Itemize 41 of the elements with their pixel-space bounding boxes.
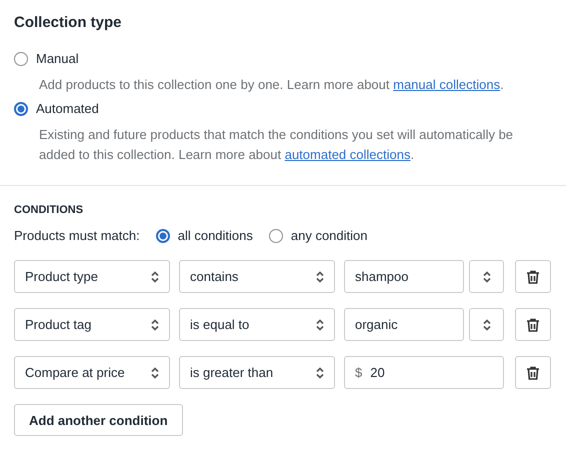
section-title: Collection type	[14, 14, 123, 31]
trash-icon	[526, 318, 540, 332]
delete-button[interactable]	[515, 308, 551, 341]
field-select[interactable]: Product tag	[14, 308, 170, 341]
trash-icon	[526, 270, 540, 284]
operator-select[interactable]: contains	[179, 260, 335, 293]
option-label: Manual	[36, 51, 79, 66]
trash-icon	[526, 366, 540, 380]
radio-button[interactable]	[14, 52, 28, 66]
option-description: Add products to this collection one by one. Learn more about manual collections.	[39, 76, 505, 94]
value-field[interactable]: organic	[344, 308, 464, 341]
help-link[interactable]: automated collections	[284, 147, 410, 162]
caret-icon	[151, 318, 159, 330]
caret-icon	[316, 318, 324, 330]
value-field[interactable]: shampoo	[344, 260, 464, 293]
caret-icon	[151, 270, 159, 282]
field-select[interactable]: Compare at price	[14, 356, 170, 389]
radio-button[interactable]	[14, 102, 28, 116]
caret-icon	[482, 318, 490, 330]
caret-icon	[151, 366, 159, 378]
operator-select[interactable]: is greater than	[179, 356, 335, 389]
help-link[interactable]: manual collections	[393, 77, 500, 92]
caret-icon	[316, 270, 324, 282]
operator-select[interactable]: is equal to	[179, 308, 335, 341]
delete-button[interactable]	[515, 260, 551, 293]
option-label: any condition	[290, 228, 368, 243]
caret-icon	[316, 366, 324, 378]
option-label: Automated	[36, 101, 99, 116]
field-select[interactable]: Product type	[14, 260, 170, 293]
option-label: all conditions	[178, 228, 253, 243]
section-heading: CONDITIONS	[14, 204, 84, 216]
radio-button[interactable]	[156, 228, 170, 242]
add-condition-button[interactable]: Add another condition	[14, 404, 183, 436]
delete-button[interactable]	[515, 356, 551, 389]
match-label: Products must match:	[14, 228, 140, 243]
value-dropdown[interactable]	[469, 260, 504, 293]
price-field[interactable]: $ 20	[344, 356, 504, 389]
radio-button[interactable]	[268, 228, 283, 242]
caret-icon	[482, 270, 490, 282]
option-description: Existing and future products that match the conditions you set will automatically be added to this collection. Learn more about automated collections.	[39, 126, 514, 164]
value-dropdown[interactable]	[469, 308, 504, 341]
